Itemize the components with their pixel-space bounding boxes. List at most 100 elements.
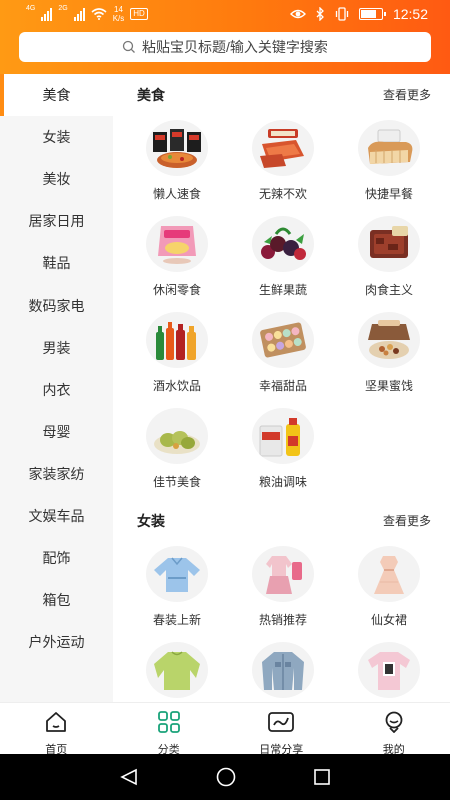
sidebar-item[interactable]: 箱包	[0, 579, 113, 621]
recents-icon[interactable]	[313, 768, 331, 786]
status-right: 12:52	[289, 6, 428, 22]
subcategory-label: 生鲜果蔬	[258, 283, 307, 297]
subcategory-label: 热销推荐	[258, 613, 307, 627]
sidebar-item[interactable]: 女装	[0, 116, 113, 158]
category-content: 美食 查看更多 懒人速食 无辣不欢 快捷早餐 休闲零食 生鲜果蔬 肉食主义 酒水饮品 幸福甜品 坚果…	[113, 74, 450, 702]
sidebar-item-label: 户外运动	[28, 634, 85, 651]
sidebar-item[interactable]: 文娱车品	[0, 495, 113, 537]
speed-value: 14	[114, 5, 123, 14]
search-placeholder: 粘贴宝贝标题/输入关键字搜索	[142, 39, 328, 55]
view-more-link[interactable]: 查看更多	[383, 86, 431, 103]
sidebar-item[interactable]: 美妆	[0, 158, 113, 200]
eye-icon	[289, 9, 306, 19]
pink-outfit-image	[252, 546, 314, 602]
subcategory-item[interactable]: 坚果蜜饯	[336, 306, 442, 402]
subcategory-item[interactable]: 酒水饮品	[124, 306, 230, 402]
sidebar-item[interactable]: 美食	[0, 74, 113, 117]
bread-image	[358, 120, 420, 176]
section-title: 女装	[137, 513, 165, 529]
speed-unit: K/s	[112, 14, 125, 23]
sidebar-item[interactable]: 母婴	[0, 411, 113, 453]
subcategory-item[interactable]: 幸福甜品	[230, 306, 336, 402]
sidebar-item-label: 美妆	[42, 171, 71, 188]
subcategory-grid: 春装上新 热销推荐 仙女裙	[113, 540, 450, 702]
subcategory-label: 坚果蜜饯	[364, 379, 413, 393]
subcategory-label: 粮油调味	[258, 475, 307, 489]
pink-dress-image	[358, 546, 420, 602]
nav-item[interactable]: 分类	[113, 703, 226, 756]
sidebar-item-label: 配饰	[42, 550, 71, 567]
system-nav-bar	[0, 754, 450, 800]
sidebar-item[interactable]: 数码家电	[0, 284, 113, 326]
subcategory-item[interactable]	[336, 636, 442, 702]
subcategory-item[interactable]	[230, 636, 336, 702]
subcategory-label: 仙女裙	[370, 613, 407, 627]
signal-icon	[41, 7, 53, 21]
instant-noodles-image	[146, 120, 208, 176]
subcategory-label: 肉食主义	[364, 283, 413, 297]
section-header: 美食 查看更多	[113, 74, 450, 114]
subcategory-item[interactable]: 懒人速食	[124, 114, 230, 210]
subcategory-item[interactable]: 快捷早餐	[336, 114, 442, 210]
nav-item[interactable]: 我的	[338, 703, 450, 756]
nav-item[interactable]: 首页	[0, 703, 113, 756]
fruits-image	[252, 216, 314, 272]
back-icon[interactable]	[119, 768, 139, 786]
section-title: 美食	[137, 87, 165, 103]
home-circle-icon[interactable]	[216, 767, 236, 787]
category-sidebar: 美食女装美妆居家日用鞋品数码家电男装内衣母婴家装家纺文娱车品配饰箱包户外运动	[0, 74, 113, 702]
sidebar-item-label: 内衣	[42, 381, 71, 398]
subcategory-item[interactable]: 休闲零食	[124, 210, 230, 306]
sidebar-item-label: 家装家纺	[28, 465, 85, 482]
sidebar-item[interactable]: 鞋品	[0, 242, 113, 284]
nav-item[interactable]: 日常分享	[225, 703, 338, 756]
signal-icon-2	[73, 7, 85, 21]
sidebar-item-label: 母婴	[42, 423, 71, 440]
sidebar-item[interactable]: 配饰	[0, 537, 113, 579]
sidebar-item[interactable]: 内衣	[0, 369, 113, 411]
subcategory-label: 佳节美食	[152, 475, 201, 489]
denim-jacket-image	[252, 642, 314, 698]
clock: 12:52	[392, 6, 428, 22]
subcategory-label: 懒人速食	[152, 187, 201, 201]
network-speed: 14 K/s	[113, 5, 125, 23]
rice-oil-image	[252, 408, 314, 464]
blue-blouse-image	[146, 546, 208, 602]
subcategory-item[interactable]: 肉食主义	[336, 210, 442, 306]
subcategory-grid: 懒人速食 无辣不欢 快捷早餐休闲零食 生鲜果蔬 肉食主义酒水饮品 幸福甜品 坚果蜜饯佳节美食…	[113, 114, 450, 498]
spicy-snacks-image	[252, 120, 314, 176]
subcategory-item[interactable]: 仙女裙	[336, 540, 442, 636]
view-more-link[interactable]: 查看更多	[383, 512, 431, 529]
network-type-1: 4G	[26, 5, 36, 12]
sidebar-item[interactable]: 男装	[0, 327, 113, 369]
sidebar-item-label: 男装	[42, 339, 71, 356]
sidebar-item-label: 数码家电	[28, 297, 85, 314]
bottom-nav: 首页 分类 日常分享 我的	[0, 702, 450, 756]
category-grid-icon	[157, 711, 181, 738]
green-sweater-image	[146, 642, 208, 698]
subcategory-item[interactable]: 春装上新	[124, 540, 230, 636]
sidebar-item[interactable]: 居家日用	[0, 200, 113, 242]
pink-tshirt-image	[358, 642, 420, 698]
subcategory-item[interactable]: 佳节美食	[124, 402, 230, 498]
subcategory-item[interactable]: 热销推荐	[230, 540, 336, 636]
sidebar-item[interactable]: 户外运动	[0, 621, 113, 663]
wifi-icon	[91, 8, 107, 20]
hd-badge: HD	[130, 8, 148, 20]
subcategory-item[interactable]: 生鲜果蔬	[230, 210, 336, 306]
subcategory-item[interactable]: 粮油调味	[230, 402, 336, 498]
sidebar-item-label: 居家日用	[28, 213, 85, 230]
sidebar-item[interactable]: 家装家纺	[0, 453, 113, 495]
subcategory-label: 快捷早餐	[364, 187, 413, 201]
subcategory-label: 休闲零食	[152, 283, 201, 297]
sidebar-item-label: 文娱车品	[28, 507, 85, 524]
subcategory-item[interactable]	[124, 636, 230, 702]
search-bar[interactable]: 粘贴宝贝标题/输入关键字搜索	[19, 32, 431, 62]
meat-jerky-image	[358, 216, 420, 272]
subcategory-item[interactable]: 无辣不欢	[230, 114, 336, 210]
sidebar-item-label: 鞋品	[42, 255, 71, 272]
nuts-box-image	[358, 312, 420, 368]
status-left: 4G 2G 14 K/s HD	[26, 5, 148, 23]
search-icon	[122, 40, 136, 53]
sidebar-item-label: 女装	[42, 129, 71, 146]
